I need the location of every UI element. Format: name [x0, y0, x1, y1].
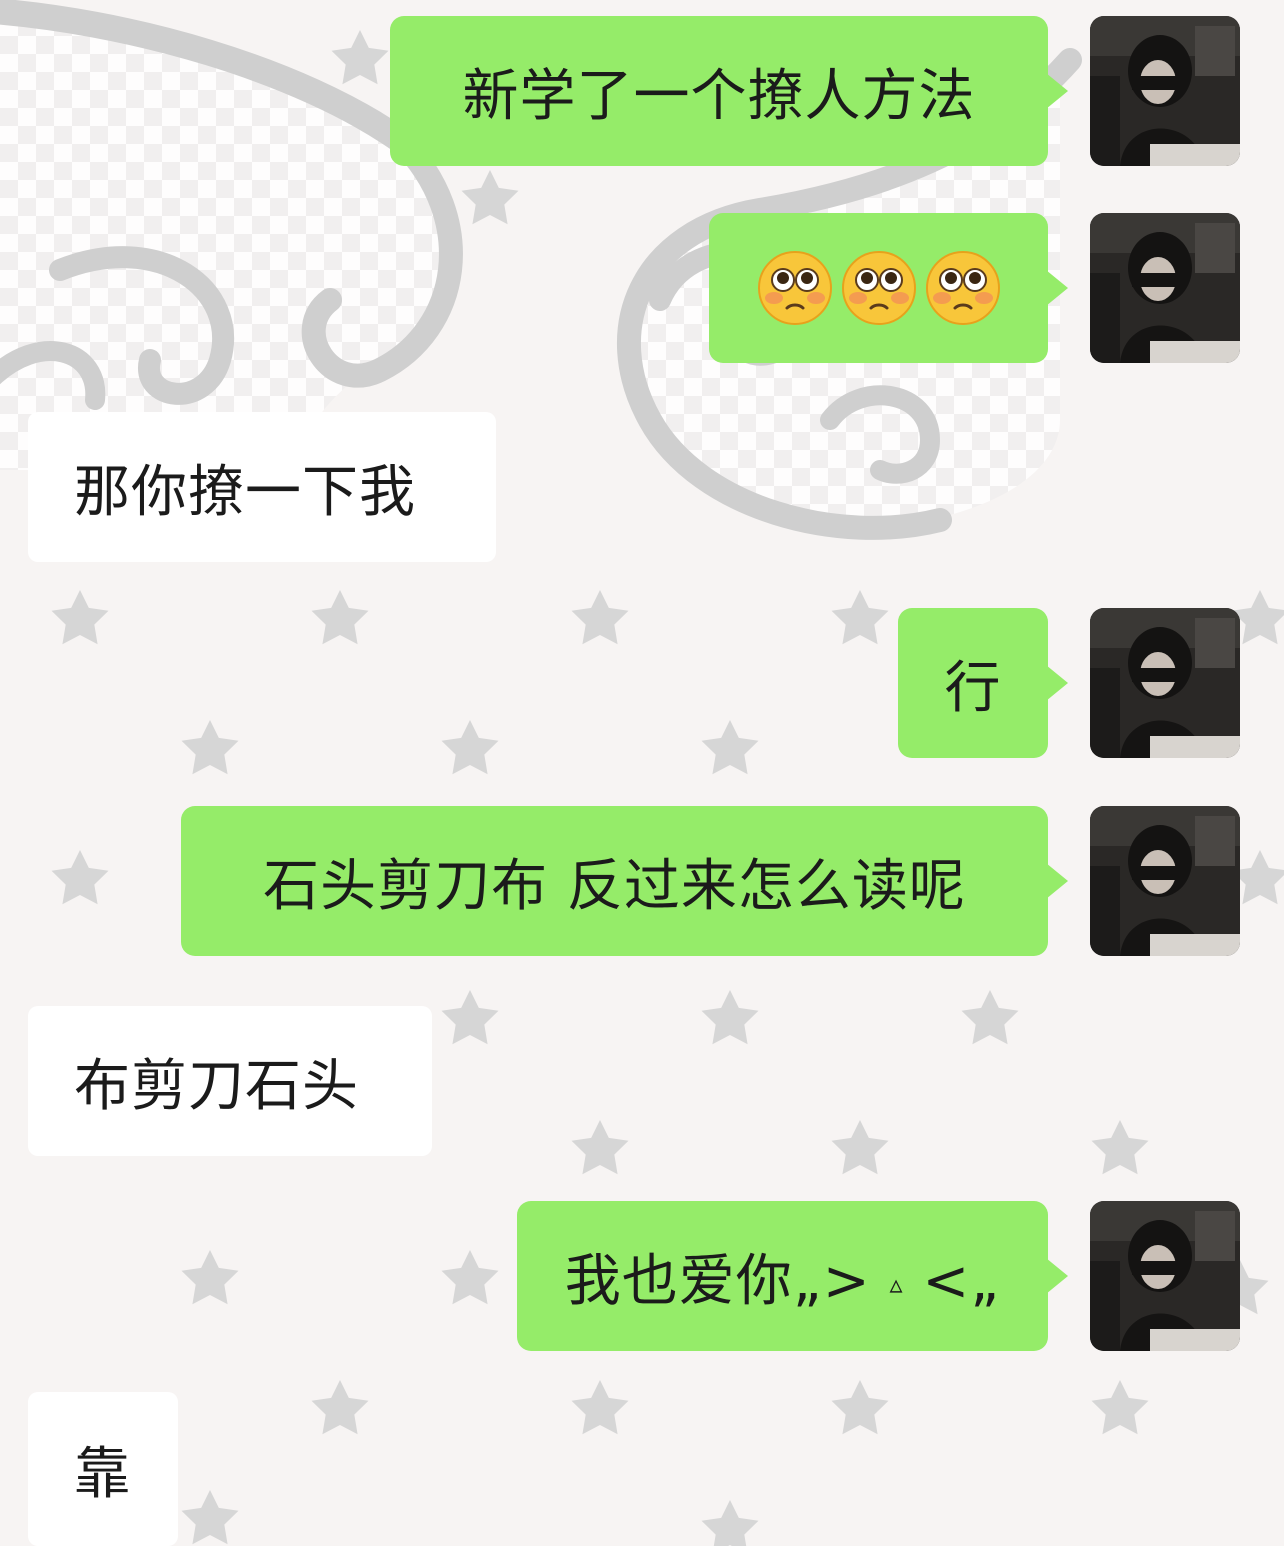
- incoming-bubble[interactable]: 靠: [28, 1392, 178, 1546]
- flushed-face-icon: [757, 250, 833, 326]
- message-text: 行: [944, 655, 1002, 721]
- left-wing-decoration: [0, 0, 463, 470]
- message-text: 那你撩一下我: [74, 459, 416, 525]
- incoming-bubble[interactable]: 那你撩一下我: [28, 412, 496, 562]
- message-text: 布剪刀石头: [74, 1053, 359, 1119]
- message-text: 靠: [74, 1441, 131, 1507]
- outgoing-bubble[interactable]: 我也爱你„> ▵ <„: [517, 1201, 1068, 1351]
- incoming-bubble[interactable]: 布剪刀石头: [28, 1006, 432, 1156]
- message-text: 我也爱你„> ▵ <„: [565, 1236, 1001, 1317]
- outgoing-bubble[interactable]: [709, 213, 1068, 363]
- message-text-part: ▵: [889, 1269, 904, 1300]
- message-text-part: 我也爱你„>: [564, 1248, 890, 1314]
- message-text: 石头剪刀布 反过来怎么读呢: [263, 853, 966, 919]
- outgoing-bubble[interactable]: 石头剪刀布 反过来怎么读呢: [181, 806, 1068, 956]
- flushed-face-icon: [841, 250, 917, 326]
- outgoing-bubble[interactable]: 行: [898, 608, 1068, 758]
- message-text: 新学了一个撩人方法: [462, 63, 976, 129]
- outgoing-bubble[interactable]: 新学了一个撩人方法: [390, 16, 1068, 166]
- user-avatar[interactable]: [1090, 213, 1240, 363]
- user-avatar[interactable]: [1090, 16, 1240, 166]
- user-avatar[interactable]: [1090, 608, 1240, 758]
- flushed-face-icon: [925, 250, 1001, 326]
- message-text-part: <„: [903, 1248, 1001, 1314]
- user-avatar[interactable]: [1090, 1201, 1240, 1351]
- user-avatar[interactable]: [1090, 806, 1240, 956]
